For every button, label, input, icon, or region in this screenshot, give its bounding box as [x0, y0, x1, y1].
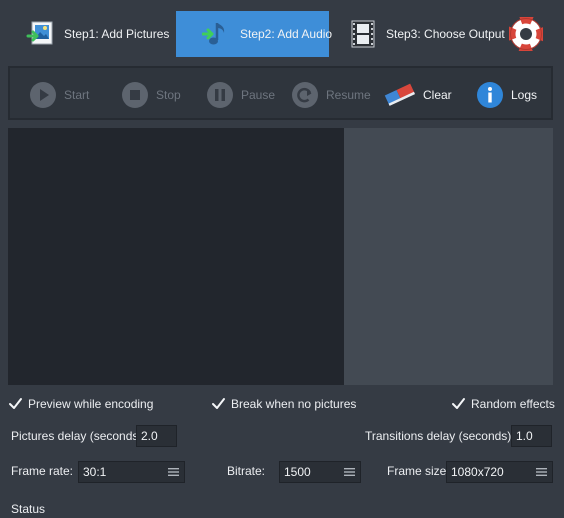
break-when-no-pictures-label: Break when no pictures — [231, 396, 357, 411]
stop-icon — [122, 82, 148, 108]
step-tabs: Step1: Add Pictures Step2: Add Audio Ste… — [0, 0, 564, 62]
break-when-no-pictures-checkbox[interactable]: Break when no pictures — [211, 396, 356, 411]
resume-icon — [292, 82, 318, 108]
frame-size-label: Frame size: — [387, 464, 450, 478]
play-icon — [30, 82, 56, 108]
bitrate-label: Bitrate: — [227, 464, 266, 478]
logs-button[interactable]: Logs — [476, 80, 537, 110]
preview-while-encoding-label: Preview while encoding — [28, 396, 154, 411]
frame-size-select[interactable]: 1080x720 — [446, 461, 553, 483]
resume-button[interactable]: Resume — [291, 80, 371, 110]
frame-rate-select[interactable]: 30:1 — [78, 461, 185, 483]
pictures-delay-label: Pictures delay (seconds) — [11, 429, 143, 443]
random-effects-checkbox[interactable]: Random effects — [451, 396, 555, 411]
clear-button[interactable]: Clear — [384, 80, 452, 110]
menu-lines-icon — [536, 468, 547, 476]
checkmark-icon — [9, 398, 22, 409]
info-icon — [477, 82, 503, 108]
pause-label: Pause — [241, 88, 276, 102]
checkmark-icon — [212, 398, 225, 409]
clear-label: Clear — [423, 88, 452, 102]
tab-add-audio-label: Step2: Add Audio — [240, 27, 333, 41]
menu-lines-icon — [168, 468, 179, 476]
tab-add-pictures-label: Step1: Add Pictures — [64, 27, 170, 41]
tab-add-audio[interactable]: Step2: Add Audio — [176, 11, 333, 57]
frame-rate-value: 30:1 — [83, 465, 107, 479]
transitions-delay-input[interactable]: 1.0 — [511, 425, 552, 447]
add-audio-icon — [202, 23, 225, 45]
stop-label: Stop — [156, 88, 181, 102]
lifebuoy-help-icon[interactable] — [509, 17, 543, 51]
encoding-toolbar: Start Stop Pause Resume Clear Logs — [8, 66, 553, 120]
menu-lines-icon — [344, 468, 355, 476]
bitrate-select[interactable]: 1500 — [279, 461, 361, 483]
transitions-delay-label: Transitions delay (seconds) — [365, 429, 512, 443]
tab-choose-output[interactable]: Step3: Choose Output — [344, 11, 505, 57]
logs-label: Logs — [511, 88, 538, 102]
start-label: Start — [64, 88, 90, 102]
tab-choose-output-label: Step3: Choose Output — [386, 27, 505, 41]
checkmark-icon — [452, 398, 465, 409]
frame-rate-label: Frame rate: — [11, 464, 74, 478]
status-label: Status — [11, 502, 46, 516]
audio-info-pane — [344, 128, 553, 385]
stop-button[interactable]: Stop — [121, 80, 181, 110]
pictures-delay-input[interactable]: 2.0 — [136, 425, 177, 447]
preview-while-encoding-checkbox[interactable]: Preview while encoding — [8, 396, 153, 411]
random-effects-label: Random effects — [471, 396, 555, 411]
video-preview-pane — [8, 128, 344, 385]
resume-label: Resume — [326, 88, 371, 102]
add-pictures-icon — [26, 21, 53, 45]
frame-size-value: 1080x720 — [451, 465, 504, 479]
pause-button[interactable]: Pause — [206, 80, 275, 110]
tab-add-pictures[interactable]: Step1: Add Pictures — [22, 11, 172, 57]
film-output-icon — [351, 20, 375, 48]
pause-icon — [207, 82, 233, 108]
eraser-icon — [384, 83, 416, 106]
start-button[interactable]: Start — [29, 80, 89, 110]
bitrate-value: 1500 — [284, 465, 311, 479]
